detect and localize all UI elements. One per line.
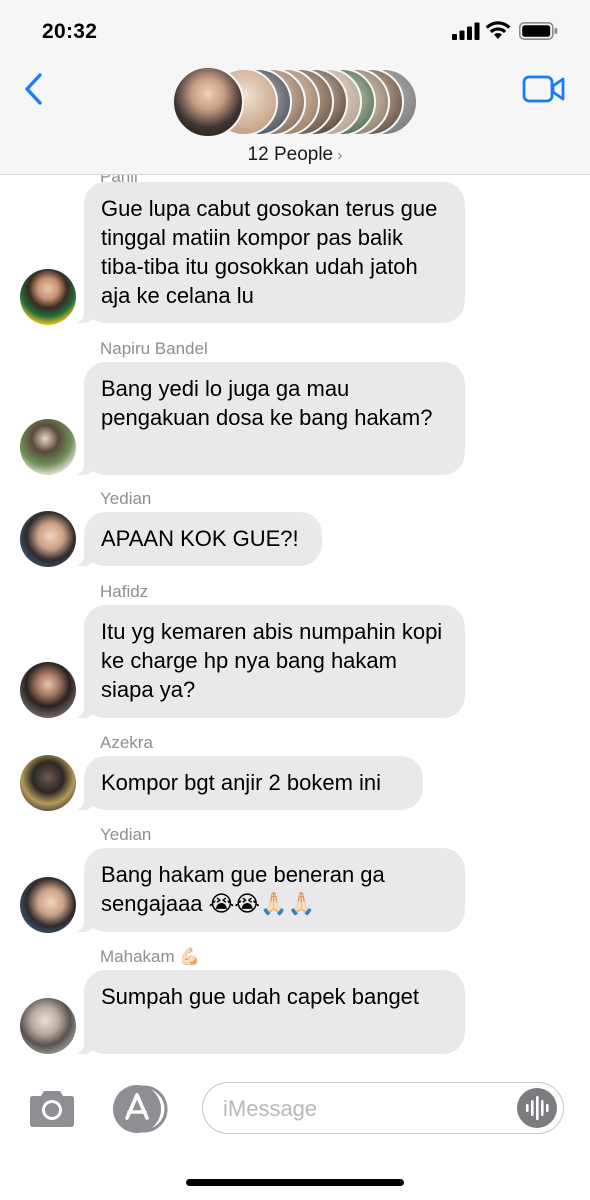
sender-avatar[interactable] — [20, 877, 76, 933]
message-bubble[interactable]: Kompor bgt anjir 2 bokem ini — [74, 756, 423, 810]
sender-name: Mahakam 💪🏻 — [100, 947, 201, 966]
message-bubble[interactable]: APAAN KOK GUE?! — [74, 512, 322, 566]
message-bubble[interactable]: Bang hakam gue beneran ga sengajaaa 😭😭🙏🏻… — [74, 848, 465, 932]
sender-name: Yedian — [100, 489, 152, 508]
sender-name: Napiru Bandel — [100, 339, 208, 358]
camera-icon[interactable] — [26, 1089, 78, 1129]
message-input[interactable] — [221, 1093, 505, 1125]
conversation-header: 12 People › — [0, 60, 590, 175]
compose-bar — [0, 1062, 590, 1162]
status-time: 20:32 — [42, 20, 98, 43]
message-bubble[interactable]: Sumpah gue udah capek banget — [74, 970, 465, 1054]
status-bar: 20:32 — [0, 0, 590, 60]
sender-avatar[interactable] — [20, 511, 76, 567]
people-count-label: 12 People — [247, 144, 334, 165]
group-people-count[interactable]: 12 People › — [0, 144, 590, 166]
sender-name: Hafidz — [100, 582, 149, 601]
waveform-glyph — [526, 1096, 549, 1120]
audio-waveform-icon[interactable] — [517, 1088, 557, 1128]
sender-name: Azekra — [100, 733, 153, 752]
group-avatar-main — [172, 66, 244, 138]
sender-avatar[interactable] — [20, 419, 76, 475]
wifi-icon — [485, 21, 511, 39]
message-input-field[interactable] — [202, 1082, 564, 1134]
video-camera-icon[interactable] — [522, 74, 566, 104]
chevron-right-icon: › — [337, 147, 343, 164]
sender-avatar[interactable] — [20, 998, 76, 1054]
cellular-signal-icon — [452, 22, 480, 40]
sender-avatar[interactable] — [20, 269, 76, 325]
message-bubble[interactable]: Itu yg kemaren abis numpahin kopi ke cha… — [74, 605, 465, 718]
sender-avatar[interactable] — [20, 662, 76, 718]
message-bubble[interactable]: Gue lupa cabut gosokan terus gue tinggal… — [74, 182, 465, 323]
app-store-icon[interactable] — [110, 1084, 170, 1134]
chevron-left-icon[interactable] — [22, 72, 46, 106]
sender-name: Yedian — [100, 825, 152, 844]
home-indicator — [186, 1179, 404, 1186]
group-avatar-stack[interactable] — [172, 66, 422, 138]
message-bubble[interactable]: Bang yedi lo juga ga mau pengakuan dosa … — [74, 362, 465, 475]
battery-icon — [519, 22, 558, 40]
sender-avatar[interactable] — [20, 755, 76, 811]
message-thread: Panji Gue lupa cabut gosokan terus gue t… — [0, 175, 590, 1060]
